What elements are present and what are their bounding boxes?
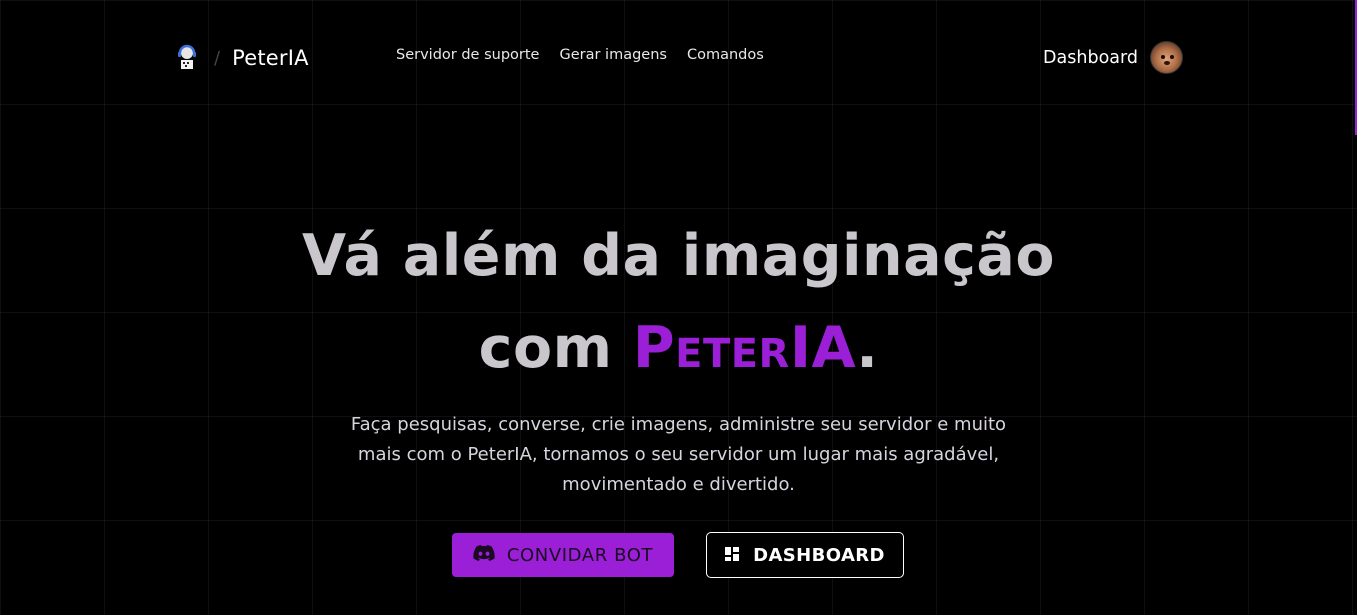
avatar-eye-right <box>1170 55 1174 59</box>
avatar-nose <box>1164 61 1170 65</box>
brand-name: PeterIA <box>232 46 309 70</box>
hero-title-brand: PeterIA <box>632 315 857 381</box>
brand-block[interactable]: / PeterIA <box>172 44 309 72</box>
main-nav: Servidor de suporte Gerar imagens Comand… <box>396 47 764 63</box>
invite-bot-button[interactable]: CONVIDAR BOT <box>452 533 674 577</box>
brand-separator: / <box>214 47 221 69</box>
dashboard-grid-icon <box>725 545 740 566</box>
account-area: Dashboard <box>1043 41 1183 74</box>
hero-title: Vá além da imaginação com PeterIA. <box>0 210 1357 394</box>
hero-title-prefix: com <box>478 315 633 381</box>
hero-title-suffix: . <box>856 315 879 381</box>
top-navbar: / PeterIA Servidor de suporte Gerar imag… <box>0 0 1357 115</box>
discord-icon <box>473 544 495 566</box>
dashboard-button[interactable]: DASHBOARD <box>706 532 904 578</box>
dashboard-link[interactable]: Dashboard <box>1043 48 1138 68</box>
nav-link-support-server[interactable]: Servidor de suporte <box>396 47 539 63</box>
avatar-eye-left <box>1161 55 1165 59</box>
nav-link-commands[interactable]: Comandos <box>687 47 764 63</box>
dashboard-button-label: DASHBOARD <box>753 544 885 566</box>
hero-title-line1: Vá além da imaginação <box>301 223 1055 289</box>
hero-subtitle: Faça pesquisas, converse, crie imagens, … <box>350 414 1007 495</box>
user-avatar[interactable] <box>1150 41 1183 74</box>
peteria-logo-icon <box>172 44 202 72</box>
invite-bot-label: CONVIDAR BOT <box>506 544 654 566</box>
nav-link-generate-images[interactable]: Gerar imagens <box>559 47 666 63</box>
